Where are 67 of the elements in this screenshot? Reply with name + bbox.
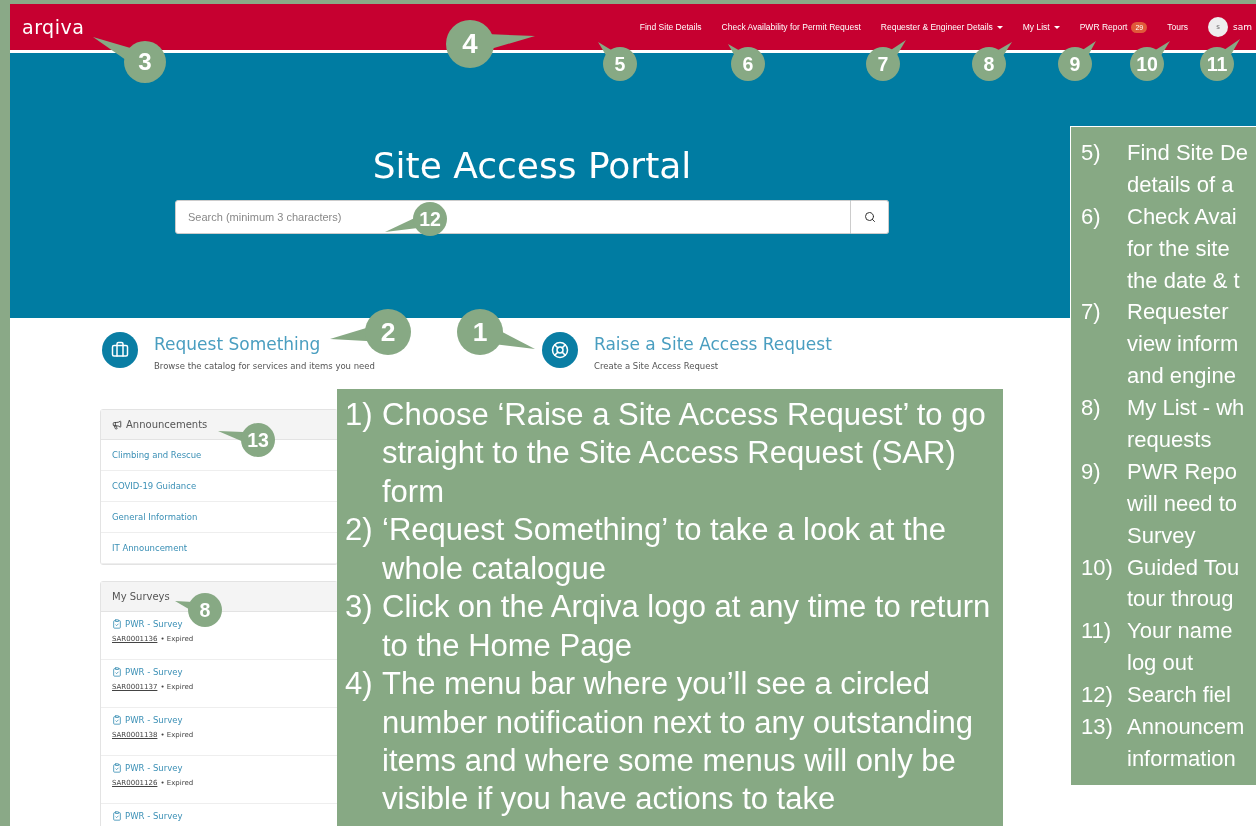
note-text: requests xyxy=(1127,426,1213,454)
briefcase-icon[interactable] xyxy=(102,332,138,368)
nav-link[interactable]: Tours xyxy=(1167,22,1188,32)
clipboard-icon xyxy=(112,619,122,629)
note-number: 1) xyxy=(345,396,374,434)
survey-link[interactable]: PWR - Survey xyxy=(112,667,326,677)
callout-number: 1 xyxy=(457,309,503,355)
note-text: tour throug xyxy=(1127,585,1235,614)
note-number: 12) xyxy=(1081,681,1114,710)
note-text: for the site xyxy=(1127,234,1231,263)
note-text: view inform xyxy=(1127,330,1239,359)
note-number: 11) xyxy=(1081,617,1113,646)
note-text: Guided Tou xyxy=(1127,553,1240,582)
note-number: 9) xyxy=(1081,457,1102,486)
note-number: 10) xyxy=(1081,553,1114,582)
note-text: will need to xyxy=(1127,489,1238,518)
note-text: Check Avai xyxy=(1127,202,1238,231)
survey-link[interactable]: PWR - Survey xyxy=(112,811,326,821)
portal-title: Site Access Portal xyxy=(372,145,692,186)
note-text: Choose ‘Raise a Site Access Request’ to go straight to the Site Access Request (SAR) form xyxy=(382,396,987,511)
arqiva-logo[interactable]: arqiva xyxy=(22,16,85,38)
note-number: 2) xyxy=(345,511,374,550)
note-number: 13) xyxy=(1081,713,1114,742)
note-number: 6) xyxy=(1081,202,1102,231)
user-name[interactable]: sam xyxy=(1233,22,1252,32)
note-number: 5) xyxy=(1081,139,1102,167)
panel-title: Announcements xyxy=(126,419,208,430)
note-number: 7) xyxy=(1081,298,1102,327)
note-text: log out xyxy=(1127,649,1195,678)
callout-number: 2 xyxy=(365,309,411,355)
note-text: Announcem xyxy=(1127,713,1245,742)
note-text: The menu bar where you’ll see a circled number notification next to any outstanding items and where some menus will only be visible if you have actions to take xyxy=(382,665,975,819)
note-text: ‘Request Something’ to take a look at the whole catalogue xyxy=(382,511,948,588)
nav-link[interactable]: My List xyxy=(1022,22,1060,32)
search-icon xyxy=(863,211,876,223)
note-text: Find Site De xyxy=(1127,139,1249,167)
note-text: information xyxy=(1127,744,1237,773)
note-number: 3) xyxy=(345,588,374,627)
search-button[interactable] xyxy=(851,200,889,234)
note-text: details of a xyxy=(1127,170,1235,199)
note-text: and engine xyxy=(1127,362,1237,391)
megaphone-icon xyxy=(112,419,122,430)
clipboard-icon xyxy=(112,667,122,677)
note-text: Survey xyxy=(1127,521,1197,550)
note-number: 8) xyxy=(1081,394,1102,423)
clipboard-icon xyxy=(112,763,122,773)
note-text: PWR Repo xyxy=(1127,457,1238,486)
note-number: 4) xyxy=(345,665,374,704)
lifebuoy-icon[interactable] xyxy=(542,332,578,368)
survey-link[interactable]: PWR - Survey xyxy=(112,715,326,725)
clipboard-icon xyxy=(112,715,122,725)
note-text: My List - wh xyxy=(1127,394,1245,423)
action-description: Browse the catalog for services and items you need xyxy=(154,361,375,371)
clipboard-icon xyxy=(112,811,122,821)
note-text: Click on the Arqiva logo at any time to return to the Home Page xyxy=(382,588,992,665)
callout-number: 13 xyxy=(241,423,275,457)
nav-link[interactable]: Find Site Details xyxy=(639,22,702,32)
panel-title: My Surveys xyxy=(112,591,170,602)
survey-link[interactable]: PWR - Survey xyxy=(112,763,326,773)
nav-link[interactable]: Requester & Engineer Details xyxy=(880,22,1003,32)
note-text: Search fiel xyxy=(1127,681,1231,710)
note-text: Your name xyxy=(1127,617,1233,646)
nav-link[interactable]: Check Availability for Permit Request xyxy=(721,22,861,32)
action-link[interactable]: Raise a Site Access Request xyxy=(594,334,832,354)
note-text: the date & t xyxy=(1127,266,1240,295)
note-text: Requester xyxy=(1127,298,1230,327)
action-description: Create a Site Access Request xyxy=(594,361,720,371)
